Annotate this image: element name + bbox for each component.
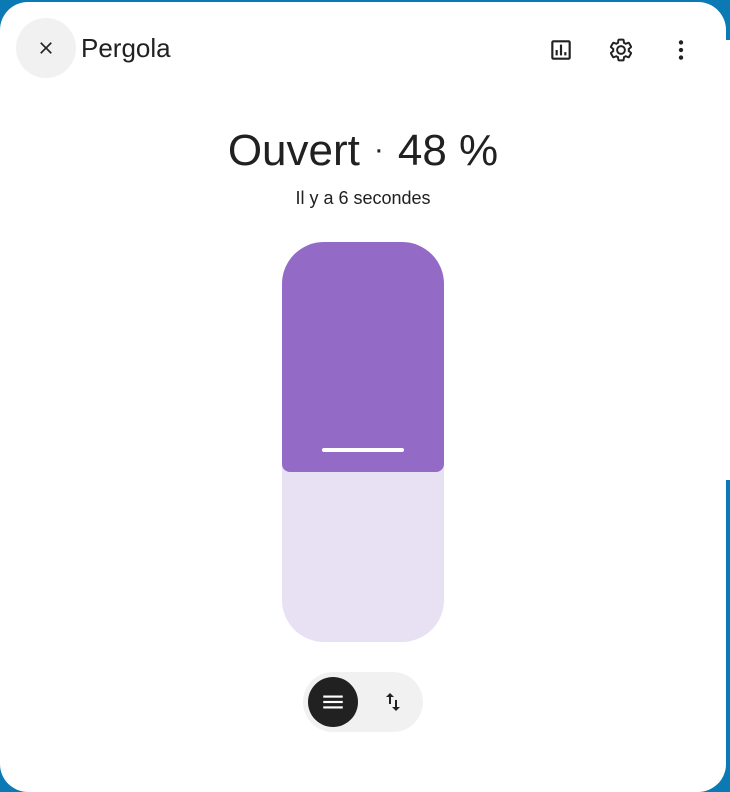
- more-menu-button[interactable]: [661, 30, 701, 70]
- close-icon: [40, 42, 52, 54]
- control-mode-toggle: [303, 672, 423, 732]
- state-label: Ouvert: [227, 126, 360, 175]
- settings-button[interactable]: [601, 30, 641, 70]
- buttons-mode-button[interactable]: [368, 677, 418, 727]
- more-info-dialog: Pergola Ouvert · 48 % Il y a 6 secondes: [0, 2, 726, 792]
- state-separator: ·: [373, 133, 384, 166]
- state-position: 48 %: [397, 126, 499, 175]
- slider-handle[interactable]: [322, 448, 404, 452]
- state-summary: Ouvert · 48 %: [0, 124, 726, 183]
- dialog-header: Pergola: [0, 2, 726, 92]
- dialog-title: Pergola: [81, 33, 171, 63]
- menu-lines-icon: [323, 695, 343, 709]
- more-vertical-icon: [678, 40, 684, 60]
- close-button[interactable]: [16, 18, 76, 78]
- gear-icon: [609, 38, 633, 62]
- swap-vertical-icon: [386, 693, 400, 711]
- last-changed: Il y a 6 secondes: [295, 188, 431, 208]
- position-mode-button[interactable]: [308, 677, 358, 727]
- position-slider[interactable]: [282, 242, 444, 642]
- history-button[interactable]: [541, 30, 581, 70]
- slider-fill: [282, 242, 444, 472]
- chart-icon: [551, 40, 571, 60]
